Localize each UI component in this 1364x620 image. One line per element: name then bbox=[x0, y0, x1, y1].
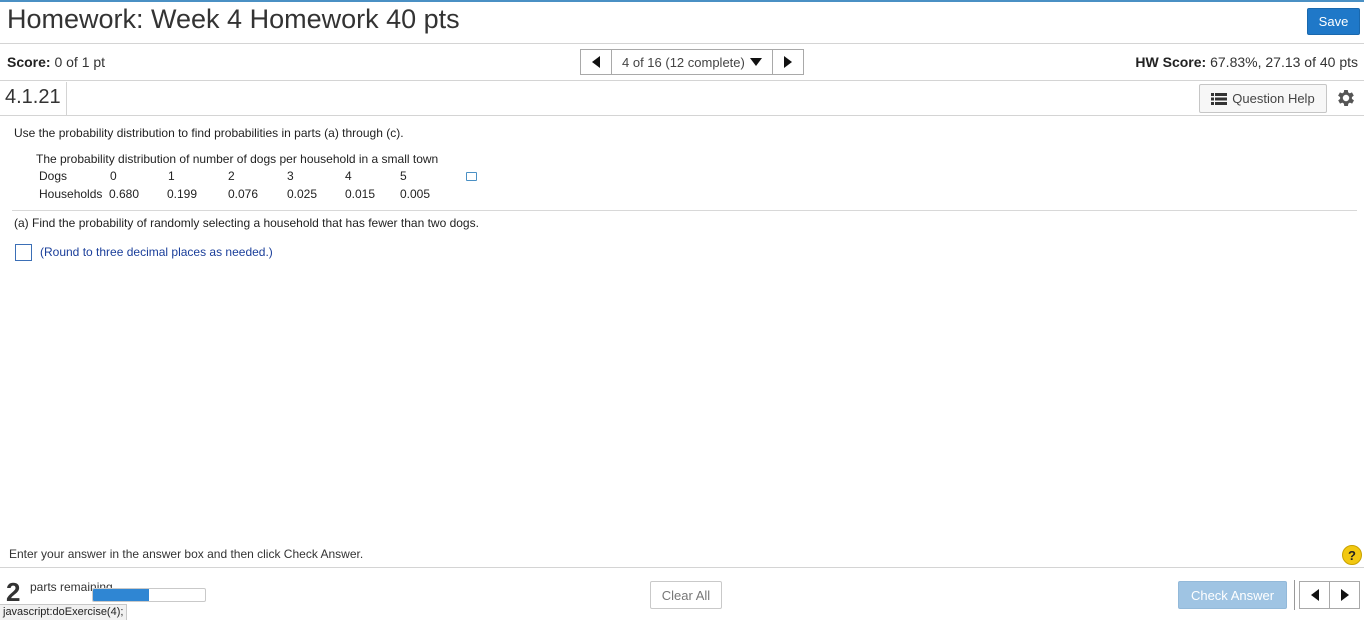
clear-all-button[interactable]: Clear All bbox=[650, 581, 722, 609]
bottom-navigator bbox=[1299, 581, 1360, 609]
table-cell: 3 bbox=[287, 169, 294, 183]
previous-question-button[interactable] bbox=[1299, 581, 1330, 609]
part-a-prompt: (a) Find the probability of randomly sel… bbox=[14, 216, 479, 230]
question-selector-dropdown[interactable]: 4 of 16 (12 complete) bbox=[612, 49, 772, 75]
divider bbox=[12, 210, 1357, 211]
hw-score: HW Score: 67.83%, 27.13 of 40 pts bbox=[1135, 54, 1358, 70]
hw-score-value: 67.83%, 27.13 of 40 pts bbox=[1210, 54, 1358, 70]
question-circle-icon[interactable]: ? bbox=[1342, 545, 1362, 565]
triangle-left-icon bbox=[592, 56, 600, 68]
question-position: 4 of 16 (12 complete) bbox=[622, 54, 745, 70]
question-help-button[interactable]: Question Help bbox=[1199, 84, 1327, 113]
divider bbox=[0, 80, 1364, 81]
answer-instructions: Enter your answer in the answer box and … bbox=[9, 547, 364, 561]
triangle-left-icon bbox=[1310, 589, 1319, 601]
table-cell: 0.199 bbox=[167, 187, 198, 201]
previous-question-button[interactable] bbox=[580, 49, 612, 75]
parts-progress-bar bbox=[92, 588, 206, 602]
popout-icon[interactable] bbox=[466, 172, 477, 181]
next-question-button[interactable] bbox=[1330, 581, 1360, 609]
progress-fill bbox=[93, 589, 149, 601]
score: Score: 0 of 1 pt bbox=[7, 54, 105, 70]
table-cell: 0.076 bbox=[228, 187, 259, 201]
top-accent-line bbox=[0, 0, 1364, 2]
score-value: 0 of 1 pt bbox=[54, 54, 106, 70]
distribution-title: The probability distribution of number o… bbox=[36, 152, 439, 166]
question-navigator: 4 of 16 (12 complete) bbox=[580, 49, 804, 75]
table-cell: 0.680 bbox=[109, 187, 140, 201]
list-icon bbox=[1211, 92, 1228, 105]
table-row-label-households: Households bbox=[39, 187, 103, 201]
status-bar-url: javascript:doExercise(4); bbox=[0, 604, 128, 620]
table-cell: 0.025 bbox=[287, 187, 318, 201]
next-question-button[interactable] bbox=[771, 49, 804, 75]
gear-icon[interactable] bbox=[1335, 87, 1357, 109]
question-number: 4.1.21 bbox=[5, 86, 61, 108]
save-button[interactable]: Save bbox=[1307, 8, 1360, 35]
divider bbox=[1294, 580, 1295, 610]
instructions: Use the probability distribution to find… bbox=[14, 126, 404, 140]
answer-input[interactable] bbox=[15, 244, 32, 261]
table-row-label-dogs: Dogs bbox=[39, 169, 68, 183]
rounding-hint: (Round to three decimal places as needed… bbox=[40, 245, 273, 259]
check-answer-button[interactable]: Check Answer bbox=[1178, 581, 1287, 609]
table-cell: 0.015 bbox=[345, 187, 376, 201]
hw-score-label: HW Score: bbox=[1135, 54, 1207, 70]
score-label: Score: bbox=[7, 54, 51, 70]
table-cell: 5 bbox=[400, 169, 407, 183]
triangle-right-icon bbox=[1340, 589, 1349, 601]
divider bbox=[0, 567, 1364, 568]
divider bbox=[0, 115, 1364, 116]
divider bbox=[0, 43, 1364, 44]
triangle-down-icon bbox=[749, 58, 762, 66]
page-title: Homework: Week 4 Homework 40 pts bbox=[7, 4, 460, 34]
table-cell: 0 bbox=[110, 169, 117, 183]
parts-remaining-count: 2 bbox=[6, 577, 21, 607]
question-help-label: Question Help bbox=[1232, 91, 1315, 106]
table-cell: 2 bbox=[228, 169, 235, 183]
table-cell: 0.005 bbox=[400, 187, 431, 201]
divider bbox=[66, 82, 67, 116]
triangle-right-icon bbox=[783, 56, 792, 68]
table-cell: 4 bbox=[345, 169, 352, 183]
table-cell: 1 bbox=[168, 169, 175, 183]
